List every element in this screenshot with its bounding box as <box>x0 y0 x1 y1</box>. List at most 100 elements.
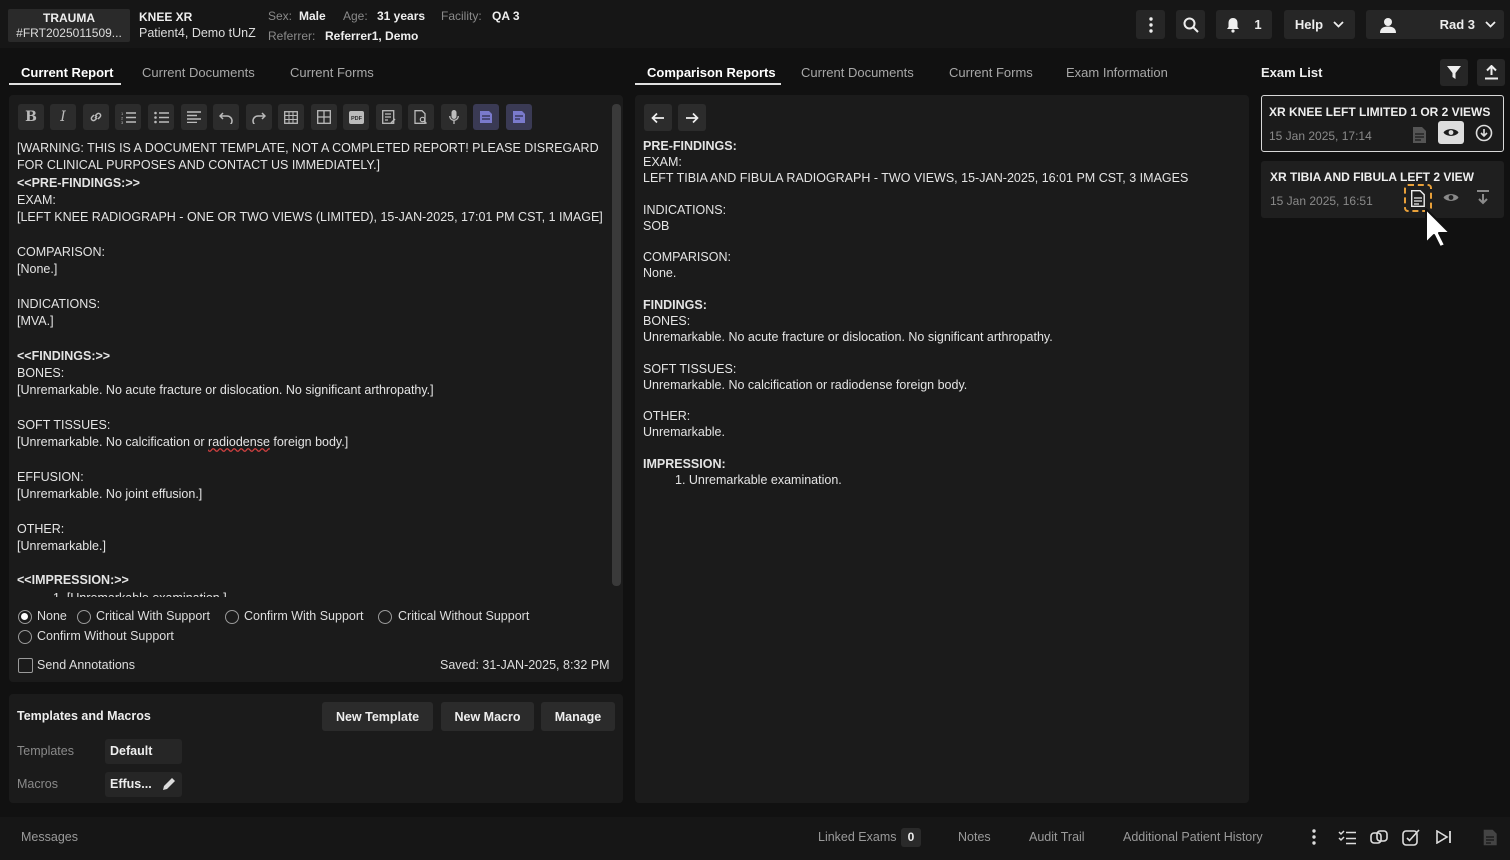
link-button[interactable] <box>83 104 109 130</box>
bones-label: BONES: <box>17 365 65 380</box>
other-label: OTHER: <box>17 521 65 536</box>
bold-icon: B <box>25 109 37 125</box>
eye-icon[interactable] <box>1443 192 1459 203</box>
notifications-button[interactable]: 1 <box>1216 10 1272 39</box>
undo-button[interactable] <box>213 104 239 130</box>
skip-next-icon[interactable] <box>1434 828 1454 846</box>
grid-button[interactable] <box>311 104 337 130</box>
ai-summary-button[interactable] <box>506 104 532 130</box>
bullet-list-icon <box>153 111 169 124</box>
tab-current-forms[interactable]: Current Forms <box>290 65 374 80</box>
tab-exam-information[interactable]: Exam Information <box>1066 65 1168 80</box>
radio-confirm-without-support[interactable] <box>18 630 32 644</box>
link-icon <box>89 110 103 124</box>
patient-name: Patient4, Demo tUnZ <box>139 26 256 40</box>
external-check-icon[interactable] <box>1401 827 1421 847</box>
effusion-label: EFFUSION: <box>17 469 84 484</box>
notes-tab[interactable]: Notes <box>958 830 991 844</box>
active-tab-underline <box>635 83 781 85</box>
document-edit-button[interactable] <box>376 104 402 130</box>
tab-current-documents[interactable]: Current Documents <box>142 65 255 80</box>
ordered-list-button[interactable]: 123 <box>115 104 141 130</box>
cmp-other-label: OTHER: <box>643 409 691 424</box>
italic-button[interactable]: I <box>50 104 76 130</box>
pencil-icon[interactable] <box>162 777 176 791</box>
filter-icon <box>1447 65 1461 80</box>
undo-icon <box>219 111 233 124</box>
additional-history-tab[interactable]: Additional Patient History <box>1123 830 1263 844</box>
age-value: 31 years <box>377 9 426 23</box>
cmp-comparison-label: COMPARISON: <box>643 250 731 265</box>
report-doc-icon <box>1411 189 1425 207</box>
filter-button[interactable] <box>1440 59 1468 86</box>
download-circle-icon[interactable] <box>1475 124 1493 142</box>
soft-tissues-value: [Unremarkable. No calcification or radio… <box>17 434 607 451</box>
ai-summary-icon <box>512 110 527 124</box>
macros-label: Macros <box>17 777 58 791</box>
link-chain-icon[interactable] <box>1369 827 1389 847</box>
microphone-icon <box>449 110 459 124</box>
align-button[interactable] <box>181 104 207 130</box>
user-menu[interactable]: Rad 3 <box>1366 10 1504 39</box>
more-menu-button[interactable] <box>1136 10 1165 39</box>
send-annotations-label: Send Annotations <box>37 658 135 672</box>
prev-report-button[interactable] <box>644 104 672 131</box>
kebab-icon <box>1148 16 1153 33</box>
ordered-list-icon: 123 <box>121 111 136 124</box>
table-button[interactable] <box>278 104 304 130</box>
messages-tab[interactable]: Messages <box>21 830 78 844</box>
report-list-icon[interactable] <box>1480 827 1500 847</box>
document-search-button[interactable] <box>408 104 434 130</box>
templates-select[interactable]: Default <box>105 739 182 764</box>
next-report-button[interactable] <box>678 104 706 131</box>
cmp-bones-value: Unremarkable. No acute fracture or dislo… <box>643 329 1053 344</box>
arrow-right-icon <box>685 112 699 124</box>
bullet-list-button[interactable] <box>148 104 174 130</box>
view-button-active[interactable] <box>1438 121 1464 144</box>
dictation-button[interactable] <box>441 104 467 130</box>
checklist-icon[interactable] <box>1337 828 1357 846</box>
effusion-value: [Unremarkable. No joint effusion.] <box>17 486 203 501</box>
ai-assist-button[interactable] <box>473 104 499 130</box>
tab-mid-current-documents[interactable]: Current Documents <box>801 65 914 80</box>
tab-mid-current-forms[interactable]: Current Forms <box>949 65 1033 80</box>
indications-value: [MVA.] <box>17 313 54 328</box>
report-scrollbar[interactable] <box>612 104 621 586</box>
radio-none[interactable] <box>18 610 32 624</box>
document-search-icon <box>414 110 428 124</box>
exam-item-name: XR KNEE LEFT LIMITED 1 OR 2 VIEWS <box>1269 105 1491 119</box>
help-dropdown[interactable]: Help <box>1284 10 1355 39</box>
kebab-icon[interactable] <box>1305 828 1323 846</box>
search-button[interactable] <box>1176 10 1205 39</box>
radio-critical-without-support[interactable] <box>378 610 392 624</box>
bell-icon <box>1226 17 1240 33</box>
download-icon[interactable] <box>1477 190 1489 205</box>
mouse-cursor-icon <box>1424 207 1450 249</box>
grid-icon <box>317 110 331 124</box>
report-doc-icon[interactable] <box>1413 127 1426 143</box>
audit-trail-tab[interactable]: Audit Trail <box>1029 830 1085 844</box>
tab-comparison-reports[interactable]: Comparison Reports <box>647 65 776 80</box>
radio-critical-with-support[interactable] <box>77 610 91 624</box>
active-tab-underline <box>9 83 121 85</box>
pdf-icon: PDF <box>348 110 364 124</box>
send-annotations-checkbox[interactable] <box>18 658 33 673</box>
comparison-label: COMPARISON: <box>17 244 105 259</box>
bold-button[interactable]: B <box>18 104 44 130</box>
upload-button[interactable] <box>1477 59 1505 86</box>
pdf-button[interactable]: PDF <box>343 104 369 130</box>
linked-exams-tab[interactable]: Linked Exams <box>818 830 897 844</box>
align-left-icon <box>187 111 201 123</box>
notification-count: 1 <box>1254 17 1262 32</box>
exam-list-item[interactable]: XR TIBIA AND FIBULA LEFT 2 VIEW 15 Jan 2… <box>1261 161 1504 218</box>
tab-current-report[interactable]: Current Report <box>21 65 113 80</box>
chevron-down-icon <box>1333 21 1344 28</box>
report-text-area[interactable]: [WARNING: THIS IS A DOCUMENT TEMPLATE, N… <box>17 140 607 597</box>
exam-list-item[interactable]: XR KNEE LEFT LIMITED 1 OR 2 VIEWS 15 Jan… <box>1261 95 1504 152</box>
manage-button[interactable]: Manage <box>541 702 615 731</box>
new-template-button[interactable]: New Template <box>322 702 433 731</box>
new-macro-button[interactable]: New Macro <box>441 702 534 731</box>
macros-select[interactable]: Effus... <box>105 772 182 797</box>
redo-button[interactable] <box>246 104 272 130</box>
radio-confirm-with-support[interactable] <box>225 610 239 624</box>
